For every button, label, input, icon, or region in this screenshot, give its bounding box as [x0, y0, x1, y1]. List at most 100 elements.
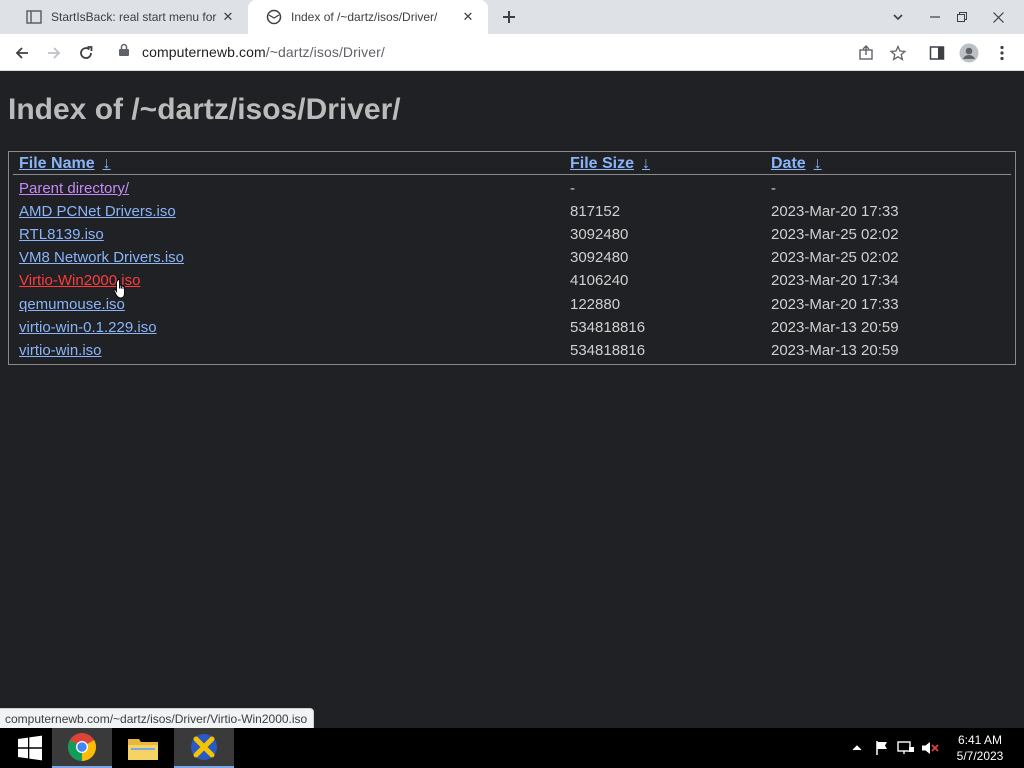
new-tab-button[interactable] — [497, 5, 521, 29]
tab-search-button[interactable] — [880, 0, 916, 34]
taskbar: 6:41 AM 5/7/2023 — [0, 728, 1024, 768]
file-explorer-icon — [128, 739, 158, 760]
tab-startisback[interactable]: StartIsBack: real start menu for W ✕ — [8, 0, 248, 34]
status-url: computernewb.com/~dartz/isos/Driver/Virt… — [5, 711, 308, 726]
sort-arrow-icon: ↓ — [813, 155, 822, 172]
tray-action-center[interactable] — [873, 728, 891, 768]
hand-cursor-icon — [113, 279, 125, 299]
star-icon — [890, 45, 906, 61]
windows-logo-icon — [18, 735, 42, 761]
plus-icon — [503, 11, 515, 23]
arrow-left-icon — [15, 47, 28, 59]
column-header-file-size[interactable]: File Size ↓ — [570, 155, 650, 173]
sort-arrow-icon: ↓ — [642, 155, 651, 172]
tray-overflow-button[interactable] — [849, 728, 865, 768]
reload-icon — [80, 46, 93, 59]
tab-close-icon[interactable]: ✕ — [218, 7, 238, 27]
restore-icon — [957, 12, 967, 22]
network-icon — [897, 741, 914, 754]
table-row: Virtio-Win2000.iso 4106240 2023-Mar-20 1… — [9, 269, 1015, 292]
file-link[interactable]: AMD PCNet Drivers.iso — [19, 203, 176, 220]
file-size: 534818816 — [570, 342, 646, 359]
file-listing-table: File Name ↓ File Size ↓ Date ↓ Parent direc… — [8, 151, 1016, 365]
file-size: 534818816 — [570, 319, 646, 336]
table-row: virtio-win-0.1.229.iso 534818816 2023-Ma… — [9, 316, 1015, 339]
table-row: AMD PCNet Drivers.iso 817152 2023-Mar-20… — [9, 200, 1015, 223]
tab-title: StartIsBack: real start menu for W — [51, 10, 218, 24]
page-content: Index of /~dartz/isos/Driver/ File Name ↓… — [0, 71, 1024, 728]
table-row: virtio-win.iso 534818816 2023-Mar-13 20:… — [9, 339, 1015, 362]
file-date: 2023-Mar-20 17:34 — [771, 272, 899, 289]
tab-strip: StartIsBack: real start menu for W ✕ Ind… — [0, 0, 1024, 34]
side-panel-button[interactable] — [923, 39, 951, 67]
page-title: Index of /~dartz/isos/Driver/ — [8, 93, 401, 126]
column-header-date[interactable]: Date ↓ — [771, 155, 822, 173]
lock-icon[interactable] — [118, 43, 130, 62]
restore-button[interactable] — [944, 0, 980, 34]
file-link[interactable]: RTL8139.iso — [19, 226, 104, 243]
clock-time: 6:41 AM — [957, 733, 1003, 747]
tab-title: Index of /~dartz/isos/Driver/ — [291, 10, 438, 24]
taskbar-clock[interactable]: 6:41 AM 5/7/2023 — [950, 732, 1010, 764]
reload-button[interactable] — [72, 39, 100, 67]
file-date: 2023-Mar-25 02:02 — [771, 249, 899, 266]
volume-muted-icon — [922, 742, 939, 754]
side-panel-icon — [929, 46, 945, 60]
tray-network[interactable] — [896, 728, 916, 768]
url-text[interactable]: computernewb.com/~dartz/isos/Driver/ — [130, 44, 385, 60]
tray-volume[interactable] — [920, 728, 940, 768]
avatar-icon — [959, 43, 979, 63]
file-date: - — [771, 180, 776, 197]
file-link[interactable]: VM8 Network Drivers.iso — [19, 249, 184, 266]
file-date: 2023-Mar-20 17:33 — [771, 296, 899, 313]
file-link[interactable]: Parent directory/ — [19, 180, 129, 197]
flag-icon — [876, 741, 887, 755]
taskbar-vm-tool[interactable] — [174, 728, 234, 768]
share-button[interactable] — [852, 39, 880, 67]
column-header-file-name[interactable]: File Name ↓ — [19, 155, 111, 173]
file-size: - — [570, 180, 575, 197]
book-favicon-icon — [26, 9, 42, 25]
table-row: RTL8139.iso 3092480 2023-Mar-25 02:02 — [9, 223, 1015, 246]
sort-arrow-icon: ↓ — [102, 155, 111, 172]
taskbar-chrome[interactable] — [52, 728, 112, 768]
file-date: 2023-Mar-20 17:33 — [771, 203, 899, 220]
share-icon — [859, 45, 873, 60]
table-row: qemumouse.iso 122880 2023-Mar-20 17:33 — [9, 293, 1015, 316]
clock-date: 5/7/2023 — [956, 749, 1004, 763]
taskbar-file-explorer[interactable] — [113, 728, 173, 768]
kebab-menu-icon — [1000, 45, 1004, 61]
chevron-up-icon — [852, 745, 862, 751]
arrow-right-icon — [48, 47, 61, 59]
file-link[interactable]: virtio-win.iso — [19, 342, 102, 359]
address-bar[interactable]: computernewb.com/~dartz/isos/Driver/ — [110, 38, 914, 66]
file-date: 2023-Mar-13 20:59 — [771, 319, 899, 336]
link-status-bubble: computernewb.com/~dartz/isos/Driver/Virt… — [0, 708, 315, 728]
globe-favicon-icon — [266, 9, 282, 25]
table-row: Parent directory/ - - — [9, 177, 1015, 200]
bookmark-star-button[interactable] — [884, 39, 912, 67]
tab-close-icon[interactable]: ✕ — [458, 7, 478, 27]
back-button[interactable] — [8, 39, 36, 67]
file-date: 2023-Mar-25 02:02 — [771, 226, 899, 243]
header-divider — [13, 174, 1011, 175]
chevron-down-icon — [893, 14, 903, 21]
minimize-icon — [930, 16, 940, 18]
file-size: 817152 — [570, 203, 621, 220]
vm-tool-icon — [191, 734, 217, 760]
close-icon — [992, 11, 1004, 23]
profile-button[interactable] — [955, 39, 983, 67]
table-row: VM8 Network Drivers.iso 3092480 2023-Mar… — [9, 246, 1015, 269]
menu-button[interactable] — [988, 39, 1016, 67]
file-link[interactable]: qemumouse.iso — [19, 296, 125, 313]
tab-index-driver[interactable]: Index of /~dartz/isos/Driver/ ✕ — [248, 0, 488, 34]
chrome-icon — [68, 733, 96, 761]
file-size: 3092480 — [570, 226, 629, 243]
file-link[interactable]: virtio-win-0.1.229.iso — [19, 319, 157, 336]
start-button[interactable] — [0, 728, 60, 768]
file-size: 3092480 — [570, 249, 629, 266]
close-window-button[interactable] — [980, 0, 1016, 34]
forward-button[interactable] — [40, 39, 68, 67]
file-size: 122880 — [570, 296, 621, 313]
file-size: 4106240 — [570, 272, 629, 289]
